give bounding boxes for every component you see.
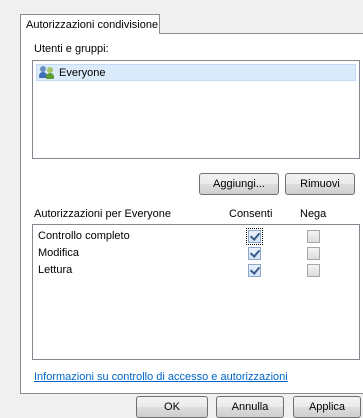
access-control-help-link[interactable]: Informazioni su controllo di accesso e a… xyxy=(34,371,288,383)
allow-column-header: Consenti xyxy=(229,208,273,220)
permission-name: Modifica xyxy=(38,247,79,259)
tab-label: Autorizzazioni condivisione xyxy=(26,19,159,31)
check-icon xyxy=(249,264,261,275)
permission-name: Controllo completo xyxy=(38,230,130,242)
users-groups-label: Utenti e gruppi: xyxy=(34,43,109,55)
allow-modify-checkbox[interactable] xyxy=(248,247,261,260)
deny-modify-checkbox[interactable] xyxy=(307,247,320,260)
permissions-table: Controllo completo Modifica Lettura xyxy=(32,224,360,360)
ok-button[interactable]: OK xyxy=(136,396,208,418)
deny-full-control-checkbox[interactable] xyxy=(307,230,320,243)
permission-name: Lettura xyxy=(38,264,73,276)
apply-button[interactable]: Applica xyxy=(293,396,361,418)
deny-read-checkbox[interactable] xyxy=(307,264,320,277)
allow-full-control-checkbox[interactable] xyxy=(246,228,263,245)
users-listbox[interactable]: Everyone xyxy=(32,60,360,159)
table-row: Controllo completo xyxy=(33,228,359,246)
remove-button[interactable]: Rimuovi xyxy=(285,173,355,195)
list-item-label: Everyone xyxy=(59,66,106,79)
table-row: Lettura xyxy=(33,263,359,280)
permissions-label: Autorizzazioni per Everyone xyxy=(34,208,171,220)
check-icon xyxy=(249,247,261,258)
add-button[interactable]: Aggiungi... xyxy=(199,173,279,195)
tab-share-permissions[interactable]: Autorizzazioni condivisione xyxy=(20,14,160,34)
check-icon xyxy=(249,230,261,241)
cancel-button[interactable]: Annulla xyxy=(216,396,284,418)
list-item[interactable]: Everyone xyxy=(36,64,356,81)
users-group-icon xyxy=(39,66,57,79)
allow-read-checkbox[interactable] xyxy=(248,264,261,277)
deny-column-header: Nega xyxy=(300,208,327,220)
table-row: Modifica xyxy=(33,246,359,263)
